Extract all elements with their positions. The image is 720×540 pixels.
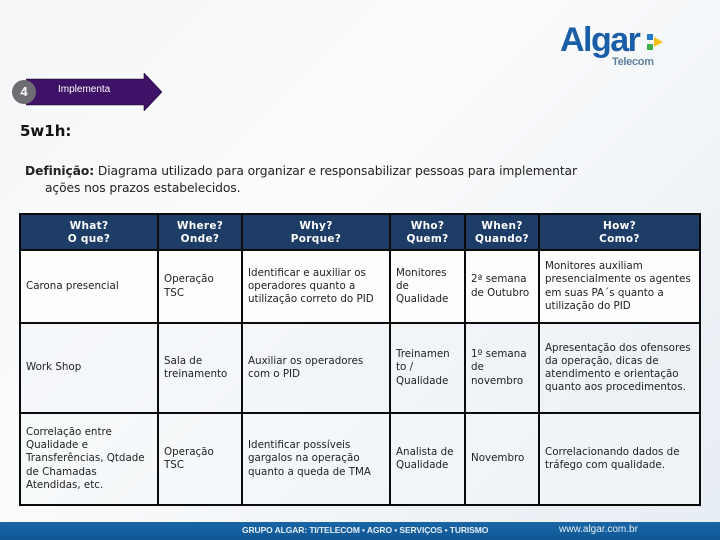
cell-why: Auxiliar os operadores com o PID — [241, 322, 391, 414]
cell-when: 2ª semana de Outubro — [464, 249, 540, 324]
header-where: Where? Onde? — [157, 213, 243, 251]
header-when: When? Quando? — [464, 213, 540, 251]
header-how: How? Como? — [538, 213, 701, 251]
5w1h-table: What? O que? Where? Onde? Why? Porque? Who?… — [19, 213, 701, 506]
cell-why: Identificar possíveis gargalos na operaç… — [241, 412, 391, 506]
definition-text: Diagrama utilizado para organizar e resp… — [94, 164, 577, 178]
definition-text-line2: ações nos prazos estabelecidos. — [45, 181, 241, 195]
cell-what: Carona presencial — [19, 249, 159, 324]
logo-wordmark: Algar — [560, 21, 641, 59]
table-row: Correlação entre Qualidade e Transferênc… — [19, 412, 701, 506]
definition-label: Definição: — [25, 164, 95, 178]
logo-arrow-mark-icon — [647, 34, 663, 50]
cell-how: Apresentação dos ofensores da operação, … — [538, 322, 701, 414]
definition-paragraph: Definição: Diagrama utilizado para organ… — [25, 163, 695, 197]
cell-what: Work Shop — [19, 322, 159, 414]
page-title: 5w1h: — [20, 122, 72, 140]
step-number-badge: 4 — [12, 80, 36, 104]
table-row: Work Shop Sala de treinamento Auxiliar o… — [19, 322, 701, 414]
cell-where: Operação TSC — [157, 249, 243, 324]
cell-who: Monitores de Qualidade — [389, 249, 466, 324]
step-indicator: 4 Implementa — [12, 73, 162, 111]
header-what: What? O que? — [19, 213, 159, 251]
cell-when: Novembro — [464, 412, 540, 506]
header-why: Why? Porque? — [241, 213, 391, 251]
algar-telecom-logo: Algar Telecom — [560, 20, 670, 68]
logo-subtitle: Telecom — [612, 56, 654, 68]
table-header-row: What? O que? Where? Onde? Why? Porque? Who?… — [19, 213, 701, 251]
cell-where: Operação TSC — [157, 412, 243, 506]
cell-who: Analista de Qualidade — [389, 412, 466, 506]
cell-what: Correlação entre Qualidade e Transferênc… — [19, 412, 159, 506]
footer-groups-text: GRUPO ALGAR: TI/TELECOM • AGRO • SERVIÇO… — [242, 525, 489, 535]
cell-when: 1º semana de novembro — [464, 322, 540, 414]
cell-how: Monitores auxiliam presencialmente os ag… — [538, 249, 701, 324]
footer-url: www.algar.com.br — [559, 524, 638, 535]
cell-how: Correlacionando dados de tráfego com qua… — [538, 412, 701, 506]
cell-where: Sala de treinamento — [157, 322, 243, 414]
footer-bar: GRUPO ALGAR: TI/TELECOM • AGRO • SERVIÇO… — [0, 522, 720, 540]
step-label: Implementa — [58, 84, 111, 95]
cell-who: Treinamen to / Qualidade — [389, 322, 466, 414]
header-who: Who? Quem? — [389, 213, 466, 251]
table-row: Carona presencial Operação TSC Identific… — [19, 249, 701, 324]
cell-why: Identificar e auxiliar os operadores qua… — [241, 249, 391, 324]
